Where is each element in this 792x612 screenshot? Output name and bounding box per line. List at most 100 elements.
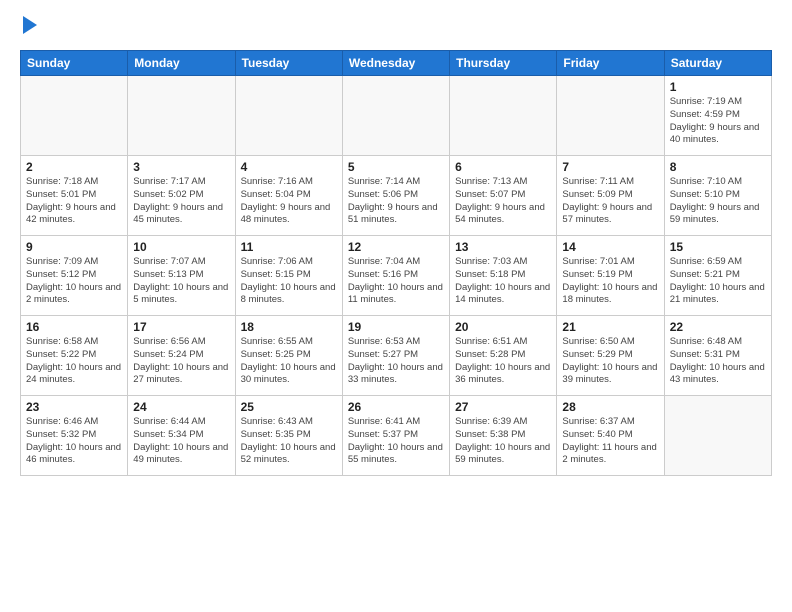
day-info: Sunrise: 6:56 AM Sunset: 5:24 PM Dayligh…	[133, 336, 229, 387]
day-info: Sunrise: 6:58 AM Sunset: 5:22 PM Dayligh…	[26, 336, 122, 387]
calendar-cell	[342, 76, 449, 156]
calendar-cell: 25 Sunrise: 6:43 AM Sunset: 5:35 PM Dayli…	[235, 396, 342, 476]
calendar-cell: 11 Sunrise: 7:06 AM Sunset: 5:15 PM Dayli…	[235, 236, 342, 316]
day-number: 24	[133, 400, 229, 414]
day-info: Sunrise: 7:09 AM Sunset: 5:12 PM Dayligh…	[26, 256, 122, 307]
day-info: Sunrise: 6:44 AM Sunset: 5:34 PM Dayligh…	[133, 416, 229, 467]
calendar-cell: 1 Sunrise: 7:19 AM Sunset: 4:59 PM Daylig…	[664, 76, 771, 156]
day-number: 6	[455, 160, 551, 174]
day-number: 12	[348, 240, 444, 254]
day-number: 14	[562, 240, 658, 254]
calendar-cell	[21, 76, 128, 156]
calendar-table: SundayMondayTuesdayWednesdayThursdayFrid…	[20, 50, 772, 476]
day-number: 5	[348, 160, 444, 174]
day-info: Sunrise: 7:06 AM Sunset: 5:15 PM Dayligh…	[241, 256, 337, 307]
calendar-cell	[664, 396, 771, 476]
logo	[20, 20, 37, 34]
calendar-header-wednesday: Wednesday	[342, 51, 449, 76]
day-info: Sunrise: 7:01 AM Sunset: 5:19 PM Dayligh…	[562, 256, 658, 307]
day-number: 21	[562, 320, 658, 334]
calendar-cell: 3Sunrise: 7:17 AM Sunset: 5:02 PM Daylig…	[128, 156, 235, 236]
calendar-cell: 20 Sunrise: 6:51 AM Sunset: 5:28 PM Dayli…	[450, 316, 557, 396]
calendar-cell: 21 Sunrise: 6:50 AM Sunset: 5:29 PM Dayli…	[557, 316, 664, 396]
day-info: Sunrise: 6:51 AM Sunset: 5:28 PM Dayligh…	[455, 336, 551, 387]
calendar-cell: 2Sunrise: 7:18 AM Sunset: 5:01 PM Daylig…	[21, 156, 128, 236]
calendar-cell: 28 Sunrise: 6:37 AM Sunset: 5:40 PM Dayli…	[557, 396, 664, 476]
day-number: 19	[348, 320, 444, 334]
calendar-week-row: 1 Sunrise: 7:19 AM Sunset: 4:59 PM Daylig…	[21, 76, 772, 156]
day-info: Sunrise: 7:14 AM Sunset: 5:06 PM Dayligh…	[348, 176, 444, 227]
day-number: 11	[241, 240, 337, 254]
day-info: Sunrise: 6:59 AM Sunset: 5:21 PM Dayligh…	[670, 256, 766, 307]
day-info: Sunrise: 6:37 AM Sunset: 5:40 PM Dayligh…	[562, 416, 658, 467]
day-info: Sunrise: 7:16 AM Sunset: 5:04 PM Dayligh…	[241, 176, 337, 227]
day-info: Sunrise: 6:53 AM Sunset: 5:27 PM Dayligh…	[348, 336, 444, 387]
day-number: 16	[26, 320, 122, 334]
calendar-week-row: 2Sunrise: 7:18 AM Sunset: 5:01 PM Daylig…	[21, 156, 772, 236]
day-number: 17	[133, 320, 229, 334]
calendar-cell: 22 Sunrise: 6:48 AM Sunset: 5:31 PM Dayli…	[664, 316, 771, 396]
day-number: 13	[455, 240, 551, 254]
calendar-cell: 10 Sunrise: 7:07 AM Sunset: 5:13 PM Dayli…	[128, 236, 235, 316]
day-number: 10	[133, 240, 229, 254]
calendar-cell: 14 Sunrise: 7:01 AM Sunset: 5:19 PM Dayli…	[557, 236, 664, 316]
calendar-cell: 6 Sunrise: 7:13 AM Sunset: 5:07 PM Daylig…	[450, 156, 557, 236]
day-number: 25	[241, 400, 337, 414]
calendar-cell	[450, 76, 557, 156]
calendar-cell	[128, 76, 235, 156]
day-number: 15	[670, 240, 766, 254]
calendar-cell: 8 Sunrise: 7:10 AM Sunset: 5:10 PM Daylig…	[664, 156, 771, 236]
day-info: Sunrise: 6:43 AM Sunset: 5:35 PM Dayligh…	[241, 416, 337, 467]
calendar-cell: 12 Sunrise: 7:04 AM Sunset: 5:16 PM Dayli…	[342, 236, 449, 316]
day-info: Sunrise: 7:03 AM Sunset: 5:18 PM Dayligh…	[455, 256, 551, 307]
calendar-header-friday: Friday	[557, 51, 664, 76]
logo-arrow-icon	[23, 16, 37, 34]
calendar-cell: 26 Sunrise: 6:41 AM Sunset: 5:37 PM Dayli…	[342, 396, 449, 476]
day-number: 4	[241, 160, 337, 174]
calendar-cell: 9 Sunrise: 7:09 AM Sunset: 5:12 PM Daylig…	[21, 236, 128, 316]
day-number: 9	[26, 240, 122, 254]
day-number: 18	[241, 320, 337, 334]
day-number: 20	[455, 320, 551, 334]
calendar-cell: 17 Sunrise: 6:56 AM Sunset: 5:24 PM Dayli…	[128, 316, 235, 396]
day-info: Sunrise: 6:46 AM Sunset: 5:32 PM Dayligh…	[26, 416, 122, 467]
calendar-week-row: 9 Sunrise: 7:09 AM Sunset: 5:12 PM Daylig…	[21, 236, 772, 316]
calendar-cell: 15 Sunrise: 6:59 AM Sunset: 5:21 PM Dayli…	[664, 236, 771, 316]
day-number: 2	[26, 160, 122, 174]
day-info: Sunrise: 7:19 AM Sunset: 4:59 PM Dayligh…	[670, 96, 766, 147]
day-number: 22	[670, 320, 766, 334]
calendar-week-row: 16 Sunrise: 6:58 AM Sunset: 5:22 PM Dayli…	[21, 316, 772, 396]
calendar-header-monday: Monday	[128, 51, 235, 76]
calendar-cell: 23 Sunrise: 6:46 AM Sunset: 5:32 PM Dayli…	[21, 396, 128, 476]
day-info: Sunrise: 7:13 AM Sunset: 5:07 PM Dayligh…	[455, 176, 551, 227]
calendar-cell: 5 Sunrise: 7:14 AM Sunset: 5:06 PM Daylig…	[342, 156, 449, 236]
calendar-cell: 13 Sunrise: 7:03 AM Sunset: 5:18 PM Dayli…	[450, 236, 557, 316]
day-info: Sunrise: 6:48 AM Sunset: 5:31 PM Dayligh…	[670, 336, 766, 387]
calendar-header-sunday: Sunday	[21, 51, 128, 76]
day-number: 23	[26, 400, 122, 414]
day-number: 3	[133, 160, 229, 174]
day-info: Sunrise: 6:50 AM Sunset: 5:29 PM Dayligh…	[562, 336, 658, 387]
day-info: Sunrise: 6:39 AM Sunset: 5:38 PM Dayligh…	[455, 416, 551, 467]
calendar-week-row: 23 Sunrise: 6:46 AM Sunset: 5:32 PM Dayli…	[21, 396, 772, 476]
calendar-header-thursday: Thursday	[450, 51, 557, 76]
day-info: Sunrise: 7:10 AM Sunset: 5:10 PM Dayligh…	[670, 176, 766, 227]
calendar-cell: 4 Sunrise: 7:16 AM Sunset: 5:04 PM Daylig…	[235, 156, 342, 236]
day-info: Sunrise: 7:07 AM Sunset: 5:13 PM Dayligh…	[133, 256, 229, 307]
calendar-cell: 27Sunrise: 6:39 AM Sunset: 5:38 PM Dayli…	[450, 396, 557, 476]
calendar-cell: 16 Sunrise: 6:58 AM Sunset: 5:22 PM Dayli…	[21, 316, 128, 396]
calendar-cell: 24 Sunrise: 6:44 AM Sunset: 5:34 PM Dayli…	[128, 396, 235, 476]
day-number: 1	[670, 80, 766, 94]
day-info: Sunrise: 6:55 AM Sunset: 5:25 PM Dayligh…	[241, 336, 337, 387]
calendar-cell: 7 Sunrise: 7:11 AM Sunset: 5:09 PM Daylig…	[557, 156, 664, 236]
day-number: 28	[562, 400, 658, 414]
day-info: Sunrise: 7:11 AM Sunset: 5:09 PM Dayligh…	[562, 176, 658, 227]
calendar-header-tuesday: Tuesday	[235, 51, 342, 76]
calendar-cell: 19 Sunrise: 6:53 AM Sunset: 5:27 PM Dayli…	[342, 316, 449, 396]
day-number: 26	[348, 400, 444, 414]
day-info: Sunrise: 6:41 AM Sunset: 5:37 PM Dayligh…	[348, 416, 444, 467]
day-info: Sunrise: 7:04 AM Sunset: 5:16 PM Dayligh…	[348, 256, 444, 307]
day-number: 8	[670, 160, 766, 174]
day-number: 7	[562, 160, 658, 174]
page-header	[20, 20, 772, 34]
